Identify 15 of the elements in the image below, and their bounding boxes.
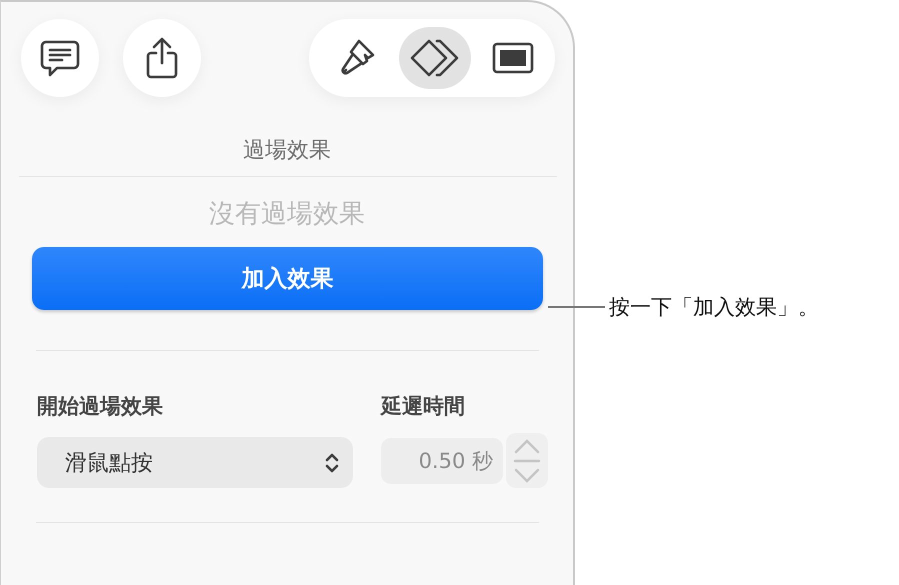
start-label: 開始過場效果 bbox=[37, 393, 164, 420]
empty-message: 沒有過場效果 bbox=[208, 198, 366, 231]
up-down-chevron-icon bbox=[325, 452, 339, 474]
delay-field[interactable]: 0.50 秒 bbox=[381, 438, 503, 484]
callout-text: 按一下「加入效果」。 bbox=[609, 295, 819, 319]
delay-label: 延遲時間 bbox=[381, 393, 466, 420]
share-icon bbox=[145, 37, 179, 79]
diamonds-icon bbox=[409, 38, 461, 78]
stepper-arrows-icon bbox=[513, 438, 541, 484]
leader-line bbox=[548, 306, 605, 308]
start-popup[interactable]: 滑鼠點按 bbox=[37, 437, 353, 488]
display-icon bbox=[492, 42, 534, 74]
panel-title: 過場效果 bbox=[242, 137, 332, 165]
add-effect-button[interactable]: 加入效果 bbox=[32, 247, 543, 310]
speech-bubble-icon bbox=[40, 39, 80, 77]
